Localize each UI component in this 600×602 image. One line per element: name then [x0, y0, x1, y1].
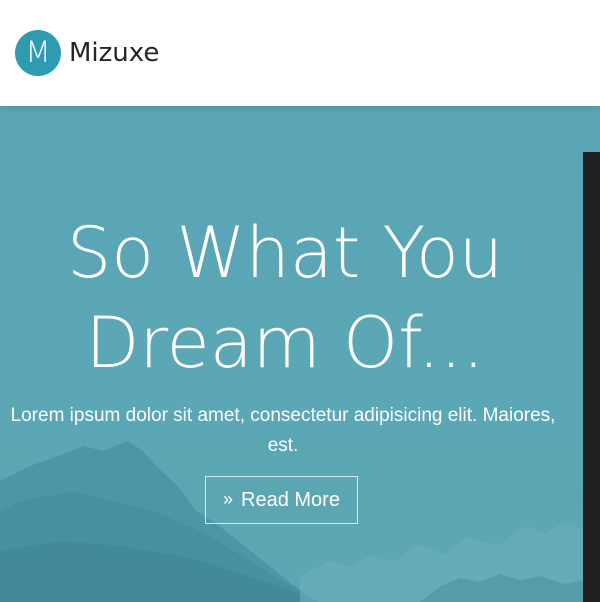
- top-navbar: M Mizuxe: [0, 0, 600, 106]
- double-chevron-right-icon: »: [223, 489, 234, 509]
- hero-headline: So What You Dream Of...: [0, 208, 570, 388]
- brand-name[interactable]: Mizuxe: [69, 36, 159, 70]
- hero-headline-line-1: So What You: [66, 212, 504, 294]
- hero-section: So What You Dream Of... Lorem ipsum dolo…: [0, 106, 600, 602]
- dark-side-panel: [583, 152, 600, 602]
- hero-subtext: Lorem ipsum dolor sit amet, consectetur …: [10, 405, 556, 456]
- logo-letter: M: [25, 34, 51, 69]
- read-more-label: Read More: [241, 488, 340, 511]
- read-more-button[interactable]: » Read More: [205, 476, 358, 524]
- hero-headline-line-2: Dream Of...: [85, 302, 485, 384]
- logo-badge[interactable]: M: [15, 30, 61, 76]
